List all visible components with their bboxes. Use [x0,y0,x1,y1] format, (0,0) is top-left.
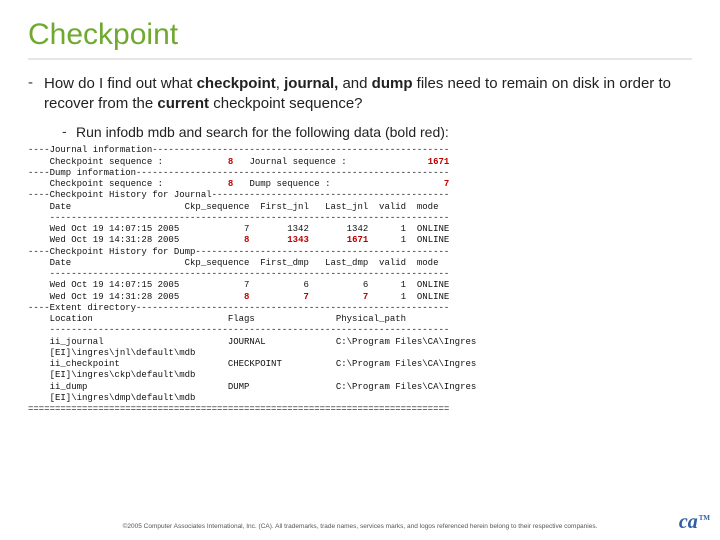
t-post: checkpoint sequence? [209,95,362,112]
ln: ----------------------------------------… [28,269,449,279]
terminal-output: ----Journal information-----------------… [28,145,692,415]
bullet-text: How do I find out what checkpoint, journ… [44,74,692,115]
bullet-sub: - Run infodb mdb and search for the foll… [62,123,692,142]
dash-icon: - [62,123,76,139]
t-k4: current [157,95,209,112]
hl: 1343 [287,235,309,245]
ln: Wed Oct 19 14:07:15 2005 7 1342 1342 1 O… [28,224,449,234]
ln: Location Flags Physical_path [28,314,406,324]
hl: 1671 [347,235,369,245]
ln [309,292,363,302]
ln: Wed Oct 19 14:07:15 2005 7 6 6 1 ONLINE [28,280,449,290]
hl: 7 [444,179,449,189]
page-title: Checkpoint [28,18,692,52]
bullet-main: - How do I find out what checkpoint, jou… [28,74,692,115]
ln: ----Checkpoint History for Journal------… [28,190,449,200]
t-k3: dump [372,75,413,92]
ln: [EI]\ingres\jnl\default\mdb [28,348,195,358]
tm-mark: TM [699,514,710,522]
title-rule [28,58,692,60]
ln: ii_dump DUMP C:\Program Files\CA\Ingres [28,382,476,392]
t-k1: checkpoint [197,75,276,92]
ln: ========================================… [28,404,449,414]
ca-logo: caTM [679,511,710,534]
copyright-footer: ©2005 Computer Associates International,… [0,523,720,530]
slide: Checkpoint - How do I find out what chec… [0,0,720,540]
ln: ----Dump information--------------------… [28,168,449,178]
ln: [EI]\ingres\ckp\default\mdb [28,370,195,380]
hl: 1671 [428,157,450,167]
t-pre: How do I find out what [44,75,197,92]
t-m2: and [338,75,371,92]
t-k2: journal, [284,75,338,92]
logo-text: ca [679,511,698,533]
ln: Checkpoint sequence : [28,179,228,189]
ln: Wed Oct 19 14:31:28 2005 [28,292,244,302]
ln: ii_checkpoint CHECKPOINT C:\Program File… [28,359,476,369]
ln: Date Ckp_sequence First_jnl Last_jnl val… [28,202,438,212]
ln: ----------------------------------------… [28,213,449,223]
ln: ii_journal JOURNAL C:\Program Files\CA\I… [28,337,476,347]
ln: Wed Oct 19 14:31:28 2005 [28,235,244,245]
ln [249,235,287,245]
ln [249,292,303,302]
ln: Date Ckp_sequence First_dmp Last_dmp val… [28,258,438,268]
t-m1: , [276,75,284,92]
ln: ----Journal information-----------------… [28,145,449,155]
ln: [EI]\ingres\dmp\default\mdb [28,393,195,403]
ln: ----------------------------------------… [28,325,449,335]
ln: Checkpoint sequence : [28,157,228,167]
ln: 1 ONLINE [368,235,449,245]
ln: ----Extent directory--------------------… [28,303,449,313]
ln [309,235,347,245]
ln: Journal sequence : [233,157,427,167]
ln: ----Checkpoint History for Dump---------… [28,247,449,257]
ln: Dump sequence : [233,179,444,189]
dash-icon: - [28,74,44,91]
ln: 1 ONLINE [368,292,449,302]
subbullet-text: Run infodb mdb and search for the follow… [76,123,449,142]
